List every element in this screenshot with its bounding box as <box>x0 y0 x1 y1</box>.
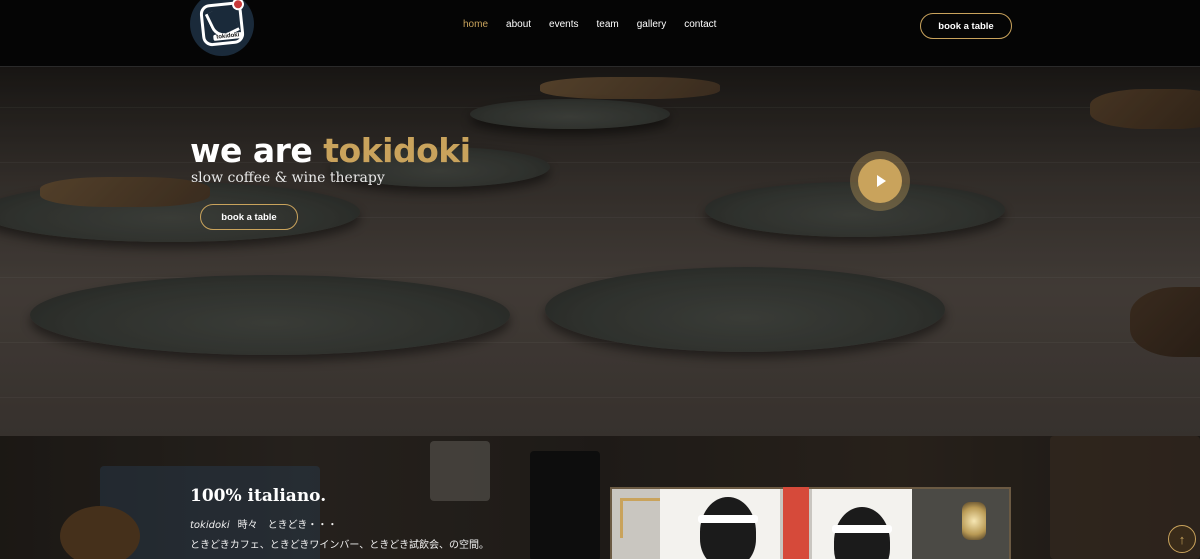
main-nav: home about events team gallery contact <box>463 19 734 30</box>
hero-subtitle: slow coffee & wine therapy <box>191 170 385 186</box>
nav-item-team[interactable]: team <box>597 19 619 30</box>
logo-mark-icon: tokidoki <box>198 0 246 48</box>
logo-text: tokidoki <box>213 31 243 41</box>
scroll-to-top-button[interactable]: ↑ <box>1168 525 1196 553</box>
nav-item-contact[interactable]: contact <box>684 19 716 30</box>
lamp-icon <box>962 502 986 540</box>
nav-item-home[interactable]: home <box>463 19 488 30</box>
book-table-hero-button[interactable]: book a table <box>200 204 298 230</box>
about-brand: tokidoki <box>190 520 230 531</box>
hero-title: we are tokidoki <box>190 131 471 170</box>
hero-title-accent: tokidoki <box>323 131 471 170</box>
about-line-2: ときどきカフェ、ときどきワインバー、ときどき試飲会、の空間。 <box>190 540 489 551</box>
nav-item-gallery[interactable]: gallery <box>637 19 666 30</box>
logo[interactable]: tokidoki <box>190 0 254 56</box>
about-line-1: tokidoki 時々 ときどき・・・ <box>190 520 338 531</box>
about-photo <box>610 487 1011 559</box>
site-header: tokidoki home about events team gallery … <box>0 0 1200 67</box>
play-icon <box>877 175 886 187</box>
about-title: 100% italiano. <box>190 486 327 506</box>
logo-dot-icon <box>231 0 245 11</box>
play-button-circle <box>858 159 902 203</box>
hero-section: we are tokidoki slow coffee & wine thera… <box>0 67 1200 436</box>
book-table-header-button[interactable]: book a table <box>920 13 1012 39</box>
nav-item-about[interactable]: about <box>506 19 531 30</box>
nav-item-events[interactable]: events <box>549 19 578 30</box>
play-video-button[interactable] <box>850 151 910 211</box>
about-section: 100% italiano. tokidoki 時々 ときどき・・・ ときどきカフ… <box>0 436 1200 559</box>
